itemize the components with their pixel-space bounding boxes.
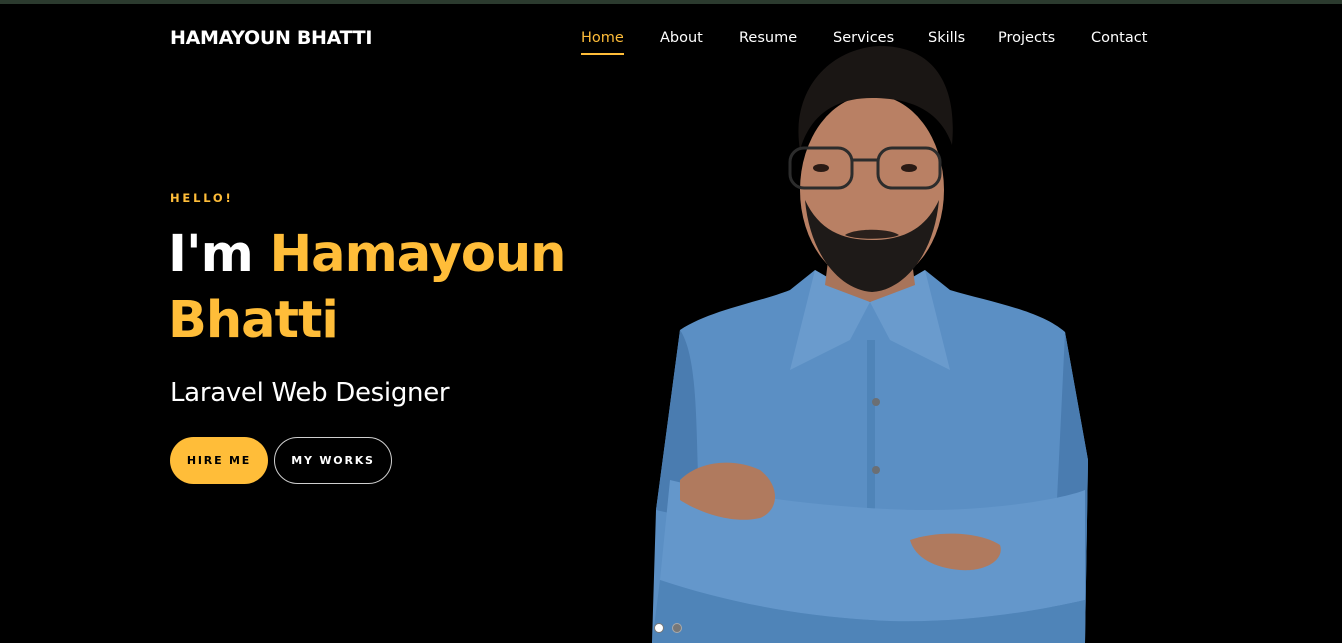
person-portrait-icon xyxy=(652,46,1088,643)
nav-item-home[interactable]: Home xyxy=(581,30,624,55)
slider-dot-1[interactable] xyxy=(654,623,664,633)
hero-greeting: HELLO! xyxy=(170,191,234,205)
hero-headline: I'm Hamayoun Bhatti xyxy=(168,222,648,354)
my-works-button[interactable]: MY WORKS xyxy=(274,437,392,484)
hire-me-button[interactable]: HIRE ME xyxy=(170,437,268,484)
hero-page: HAMAYOUN BHATTI Home About Resume Servic… xyxy=(0,0,1342,643)
slider-pagination xyxy=(653,623,685,635)
top-strip xyxy=(0,0,1342,4)
slider-dot-2[interactable] xyxy=(672,623,682,633)
hero-role: Laravel Web Designer xyxy=(170,378,450,408)
hero-intro: I'm xyxy=(168,225,254,284)
site-logo[interactable]: HAMAYOUN BHATTI xyxy=(170,27,372,49)
